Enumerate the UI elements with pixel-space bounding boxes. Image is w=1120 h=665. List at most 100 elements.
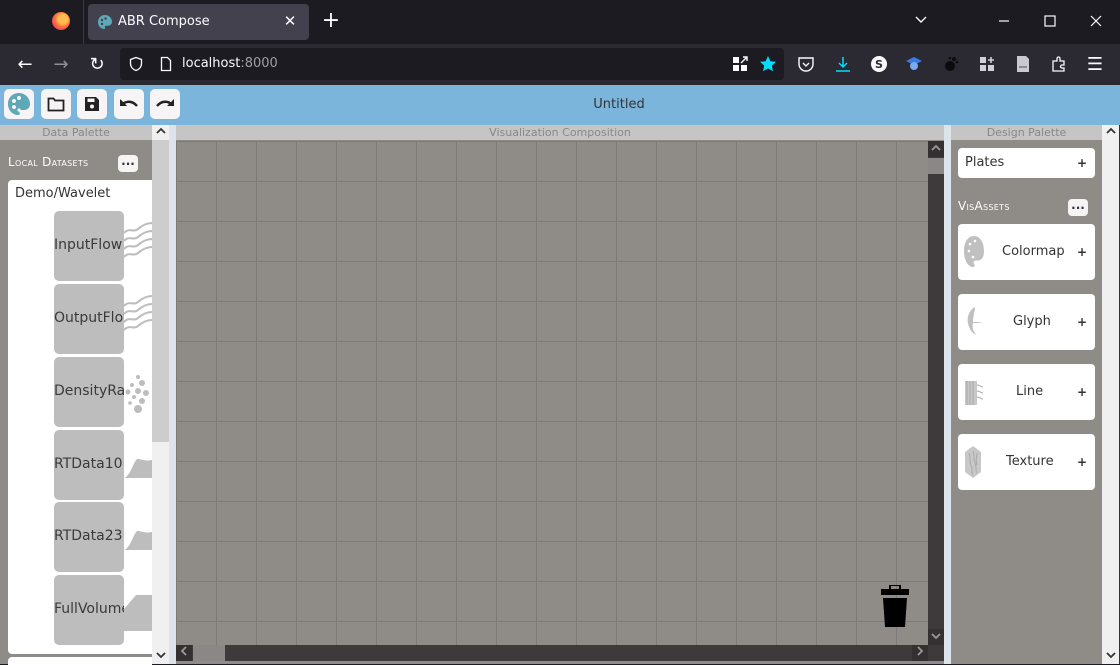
design-palette-scrollbar[interactable] — [1102, 125, 1120, 664]
streamlines-icon — [124, 222, 152, 258]
maximize-button[interactable] — [1040, 12, 1060, 32]
data-item-outputflow[interactable]: OutputFlow — [54, 284, 124, 354]
canvas-horizontal-scrollbar[interactable] — [176, 645, 944, 661]
chevron-right-icon — [917, 646, 924, 656]
scroll-left-button[interactable] — [176, 645, 192, 661]
plates-label: Plates — [965, 155, 1005, 170]
browser-tab[interactable]: ABR Compose ✕ — [88, 4, 309, 40]
palette-icon — [98, 15, 112, 29]
new-tab-button[interactable]: + — [321, 10, 341, 32]
dataset-name: Demo/Wavelet — [15, 186, 111, 201]
design-palette-header: Design Palette — [951, 125, 1102, 140]
local-datasets-more-button[interactable]: ... — [118, 155, 138, 172]
palette-icon — [964, 236, 984, 267]
chevron-down-icon — [1105, 652, 1116, 659]
data-item-densityra[interactable]: DensityRa — [54, 357, 124, 427]
page-icon[interactable] — [158, 56, 174, 72]
data-item-rtdata23[interactable]: RTData23 — [54, 502, 124, 572]
extensions-puzzle-icon[interactable] — [1050, 55, 1068, 73]
scroll-down-button[interactable] — [1102, 649, 1119, 664]
chevron-down-icon — [915, 16, 927, 23]
add-visasset-button[interactable]: + — [1077, 315, 1087, 329]
firefox-logo-icon[interactable] — [52, 12, 70, 30]
bookmark-star-icon[interactable] — [759, 55, 777, 73]
right-panel-resize-handle[interactable] — [944, 125, 951, 664]
browser-tab-bar: ABR Compose ✕ + — [0, 0, 1120, 44]
minimize-icon — [999, 20, 1009, 22]
left-panel-resize-handle[interactable] — [169, 125, 176, 664]
url-bar[interactable]: localhost:8000 — [120, 48, 784, 80]
chevron-up-icon — [1105, 127, 1116, 134]
add-visasset-button[interactable]: + — [1077, 455, 1087, 469]
scalar-curve-icon — [124, 459, 152, 478]
extension-gnome-icon[interactable] — [942, 55, 960, 73]
add-visasset-button[interactable]: + — [1077, 385, 1087, 399]
visassets-more-button[interactable]: ... — [1068, 199, 1088, 216]
back-button[interactable]: ← — [13, 53, 37, 77]
list-all-tabs-button[interactable] — [911, 12, 931, 32]
scroll-thumb[interactable] — [928, 158, 944, 174]
scroll-thumb[interactable] — [152, 140, 169, 442]
chevron-down-icon — [155, 652, 166, 659]
download-icon[interactable] — [834, 55, 852, 73]
scalar-curve-icon — [124, 531, 152, 550]
extension-document-icon[interactable] — [1014, 55, 1032, 73]
url-port: :8000 — [240, 56, 278, 71]
chevron-down-icon — [931, 633, 941, 640]
dataset-list: Demo/Wavelet InputFlow OutputFlow Densit… — [8, 180, 152, 654]
pocket-icon[interactable] — [797, 55, 815, 73]
data-palette-header: Data Palette — [0, 125, 152, 140]
trash-icon[interactable] — [880, 585, 910, 629]
data-item-fullvolume[interactable]: FullVolume — [54, 575, 124, 645]
plates-card[interactable]: Plates + — [958, 148, 1095, 178]
scroll-up-button[interactable] — [1102, 125, 1119, 140]
line-texture-icon — [965, 381, 984, 405]
data-item-label: InputFlow — [54, 237, 123, 253]
data-item-label: DensityRa — [54, 383, 124, 399]
scroll-down-button[interactable] — [928, 629, 944, 645]
url-host: localhost — [182, 56, 241, 71]
scroll-thumb[interactable] — [193, 645, 225, 661]
reload-button[interactable]: ↻ — [85, 53, 109, 77]
extension-s-icon[interactable]: S — [870, 55, 888, 73]
data-palette-scrollbar[interactable] — [152, 125, 169, 664]
extension-grid-plus-icon[interactable] — [978, 55, 996, 73]
local-datasets-title: Local Datasets — [8, 155, 89, 169]
data-item-label: RTData10 — [54, 456, 123, 472]
tab-title: ABR Compose — [118, 14, 210, 29]
close-window-button[interactable] — [1086, 12, 1106, 32]
forward-button[interactable]: → — [49, 53, 73, 77]
scroll-up-button[interactable] — [152, 125, 169, 140]
extension-cap-icon[interactable] — [905, 55, 923, 73]
visasset-line[interactable]: Line + — [958, 364, 1095, 420]
data-item-label: FullVolume — [54, 601, 124, 617]
scroll-right-button[interactable] — [912, 645, 928, 661]
visasset-colormap[interactable]: Colormap + — [958, 224, 1095, 280]
data-item-inputflow[interactable]: InputFlow — [54, 211, 124, 281]
app-menu-button[interactable]: ☰ — [1083, 53, 1107, 77]
url-text[interactable]: localhost:8000 — [182, 56, 278, 71]
chevron-up-icon — [155, 127, 166, 134]
add-visasset-button[interactable]: + — [1077, 245, 1087, 259]
composition-header: Visualization Composition — [176, 125, 944, 140]
close-icon — [1090, 15, 1102, 27]
scroll-down-button[interactable] — [152, 649, 169, 664]
shield-icon[interactable] — [128, 56, 144, 72]
visasset-texture[interactable]: Texture + — [958, 434, 1095, 490]
qr-code-icon[interactable] — [731, 55, 749, 73]
app-toolbar: Untitled — [0, 85, 1120, 125]
points-icon — [125, 375, 149, 413]
scroll-up-button[interactable] — [928, 141, 944, 157]
minimize-button[interactable] — [994, 12, 1014, 32]
add-plate-button[interactable]: + — [1077, 156, 1087, 170]
document-title[interactable]: Untitled — [0, 97, 1120, 112]
data-item-rtdata10[interactable]: RTData10 — [54, 430, 124, 500]
visasset-label: Colormap — [1002, 244, 1065, 259]
svg-text:S: S — [875, 58, 883, 71]
visasset-glyph[interactable]: Glyph + — [958, 294, 1095, 350]
visasset-label: Glyph — [1013, 314, 1051, 329]
design-palette: Plates + VisAssets ... Colormap + Glyph … — [951, 140, 1102, 664]
composition-canvas[interactable] — [176, 141, 928, 645]
tab-close-button[interactable]: ✕ — [281, 12, 299, 30]
canvas-vertical-scrollbar[interactable] — [928, 141, 944, 645]
